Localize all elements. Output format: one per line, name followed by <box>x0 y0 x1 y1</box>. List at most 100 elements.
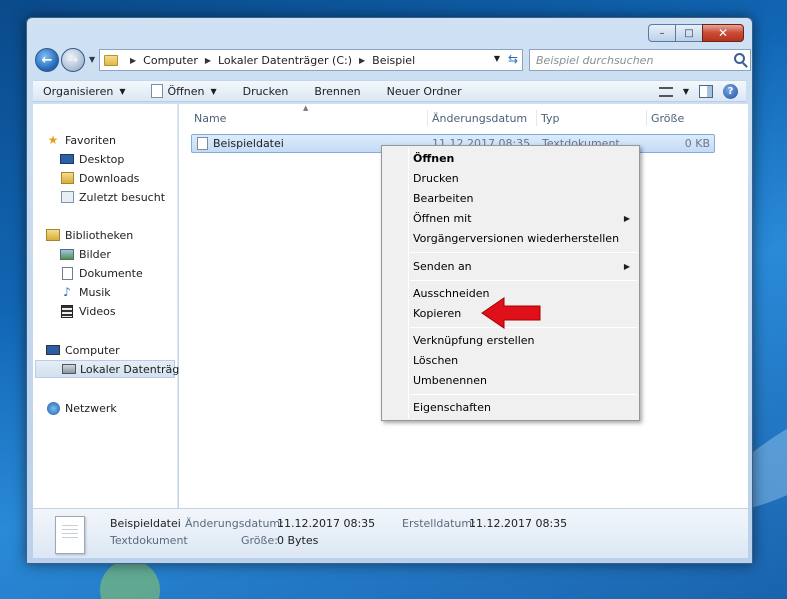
nav-label: Computer <box>65 343 120 357</box>
menu-item-send-to[interactable]: Senden an <box>413 260 472 273</box>
music-note-icon: ♪ <box>63 285 71 299</box>
menu-item-open[interactable]: Öffnen <box>413 152 454 165</box>
details-pane: Beispieldatei Textdokument Änderungsdatu… <box>33 508 748 558</box>
nav-pictures[interactable]: Bilder <box>59 245 111 263</box>
red-annotation-arrow-icon <box>481 297 541 329</box>
navigation-pane: ★ Favoriten Desktop Downloads Zuletzt be… <box>33 104 191 508</box>
breadcrumb-local-disk[interactable]: Lokaler Datenträger (C:) <box>218 54 352 67</box>
search-icon[interactable] <box>734 53 745 64</box>
documents-icon <box>59 266 75 280</box>
chevron-down-icon[interactable]: ▼ <box>683 87 689 96</box>
nav-label: Dokumente <box>79 266 143 280</box>
details-size-label: Größe: <box>241 534 278 547</box>
forward-button[interactable]: → <box>61 48 85 72</box>
help-icon[interactable]: ? <box>723 84 738 99</box>
details-size-value: 0 Bytes <box>277 534 319 547</box>
nav-label: Bilder <box>79 247 111 261</box>
view-options-icon[interactable] <box>658 86 673 97</box>
text-document-icon <box>55 516 85 554</box>
column-header-size[interactable]: Größe <box>651 112 684 125</box>
preview-pane-icon[interactable] <box>699 85 713 98</box>
menu-item-copy[interactable]: Kopieren <box>413 307 461 320</box>
search-input[interactable]: Beispiel durchsuchen <box>529 49 751 71</box>
nav-downloads[interactable]: Downloads <box>59 169 139 187</box>
column-divider[interactable] <box>536 110 537 126</box>
maximize-button[interactable]: □ <box>675 24 702 42</box>
nav-documents[interactable]: Dokumente <box>59 264 143 282</box>
computer-icon <box>45 343 61 357</box>
text-file-icon <box>197 137 208 150</box>
nav-libraries[interactable]: Bibliotheken <box>45 226 133 244</box>
menu-item-restore-previous[interactable]: Vorgängerversionen wiederherstellen <box>413 232 619 245</box>
recent-pages-dropdown-icon[interactable]: ▼ <box>89 55 95 64</box>
nav-computer[interactable]: Computer <box>45 341 120 359</box>
address-history-dropdown-icon[interactable]: ▼ <box>494 54 500 63</box>
breadcrumb-separator-icon[interactable]: ▶ <box>359 56 365 65</box>
nav-desktop[interactable]: Desktop <box>59 150 124 168</box>
details-file-name: Beispieldatei <box>110 517 181 530</box>
column-header-type[interactable]: Typ <box>541 112 560 125</box>
nav-label: Zuletzt besucht <box>79 190 166 204</box>
column-divider[interactable] <box>646 110 647 126</box>
column-header-name[interactable]: Name <box>194 112 226 125</box>
menu-item-print[interactable]: Drucken <box>413 172 459 185</box>
details-file-type: Textdokument <box>110 534 188 547</box>
menu-separator <box>410 394 637 395</box>
breadcrumb-separator-icon[interactable]: ▶ <box>205 56 211 65</box>
menu-item-edit[interactable]: Bearbeiten <box>413 192 473 205</box>
column-header-date[interactable]: Änderungsdatum <box>432 112 527 125</box>
sort-ascending-icon: ▲ <box>303 104 309 112</box>
nav-videos[interactable]: Videos <box>59 302 116 320</box>
downloads-folder-icon <box>59 171 75 185</box>
details-modified-value: 11.12.2017 08:35 <box>277 517 376 530</box>
breadcrumb-beispiel[interactable]: Beispiel <box>372 54 415 67</box>
folder-icon <box>104 54 118 66</box>
print-button[interactable]: Drucken <box>243 85 289 98</box>
minimize-button[interactable]: – <box>648 24 675 42</box>
menu-separator <box>410 252 637 253</box>
address-bar[interactable]: ▶ Computer ▶ Lokaler Datenträger (C:) ▶ … <box>99 49 523 71</box>
forward-arrow-icon: → <box>67 52 79 68</box>
details-created-label: Erstelldatum: <box>402 517 476 530</box>
recent-places-icon <box>59 190 75 204</box>
menu-item-cut[interactable]: Ausschneiden <box>413 287 490 300</box>
menu-item-delete[interactable]: Löschen <box>413 354 458 367</box>
command-bar: Organisieren ▼ Öffnen ▼ Drucken Brennen … <box>33 80 746 102</box>
back-arrow-icon: ← <box>41 52 53 68</box>
nav-recent[interactable]: Zuletzt besucht <box>59 188 165 206</box>
desktop-wallpaper-leaf <box>100 560 160 599</box>
details-modified-label: Änderungsdatum: <box>185 517 284 530</box>
nav-local-disk[interactable]: Lokaler Datenträger <box>35 360 191 378</box>
file-name: Beispieldatei <box>213 137 284 150</box>
view-controls: ▼ ? <box>658 84 738 99</box>
back-button[interactable]: ← <box>35 48 59 72</box>
menu-item-properties[interactable]: Eigenschaften <box>413 401 491 414</box>
nav-label: Downloads <box>79 171 140 185</box>
menu-item-create-shortcut[interactable]: Verknüpfung erstellen <box>413 334 535 347</box>
nav-network[interactable]: Netzwerk <box>45 399 117 417</box>
column-divider[interactable] <box>427 110 428 126</box>
organize-button[interactable]: Organisieren ▼ <box>43 85 125 98</box>
desktop-icon <box>59 152 75 166</box>
burn-button[interactable]: Brennen <box>314 85 360 98</box>
open-button[interactable]: Öffnen ▼ <box>151 84 217 98</box>
chevron-down-icon: ▼ <box>119 86 126 96</box>
menu-item-rename[interactable]: Umbenennen <box>413 374 487 387</box>
new-folder-button[interactable]: Neuer Ordner <box>387 85 462 98</box>
details-created-value: 11.12.2017 08:35 <box>469 517 568 530</box>
print-label: Drucken <box>242 84 289 98</box>
open-label: Öffnen <box>167 84 205 98</box>
refresh-icon[interactable]: ⇆ <box>508 52 518 66</box>
menu-item-open-with[interactable]: Öffnen mit <box>413 212 472 225</box>
close-button[interactable]: ✕ <box>702 24 744 42</box>
context-menu: Öffnen Drucken Bearbeiten Öffnen mit ▶ V… <box>381 145 640 421</box>
search-placeholder: Beispiel durchsuchen <box>536 53 654 67</box>
nav-label: Netzwerk <box>65 401 117 415</box>
chevron-down-icon: ▼ <box>210 86 217 96</box>
nav-label: Favoriten <box>65 133 116 147</box>
submenu-arrow-icon: ▶ <box>623 214 630 223</box>
breadcrumb-computer[interactable]: Computer <box>143 54 198 67</box>
nav-music[interactable]: ♪ Musik <box>59 283 110 301</box>
nav-favorites[interactable]: ★ Favoriten <box>45 131 116 149</box>
breadcrumb-separator-icon[interactable]: ▶ <box>130 56 136 65</box>
